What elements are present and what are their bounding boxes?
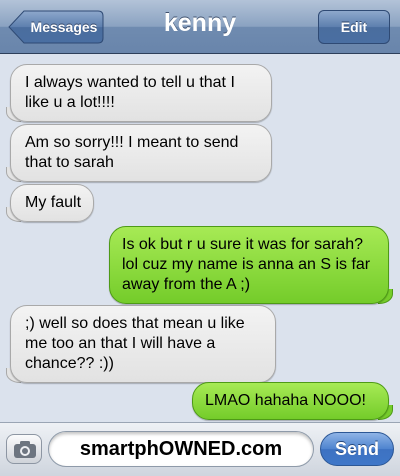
message-bubble-sent: LMAO hahaha NOOO! bbox=[192, 382, 393, 420]
message-bubble-received: I always wanted to tell u that I like u … bbox=[6, 64, 272, 122]
camera-button[interactable] bbox=[6, 434, 42, 464]
camera-icon bbox=[14, 441, 36, 458]
message-bubble-sent: Is ok but r u sure it was for sarah? lol… bbox=[109, 226, 393, 304]
message-text: My fault bbox=[25, 194, 82, 211]
message-thread[interactable]: I always wanted to tell u that I like u … bbox=[0, 54, 400, 422]
message-bubble-received: My fault bbox=[6, 184, 94, 222]
message-text: LMAO hahaha NOOO! bbox=[205, 392, 366, 409]
edit-button[interactable]: Edit bbox=[318, 10, 390, 44]
send-button[interactable]: Send bbox=[320, 432, 394, 466]
navigation-bar: Messages kenny Edit bbox=[0, 0, 400, 54]
message-input[interactable]: smartphOWNED.com bbox=[48, 431, 314, 467]
back-button-label: Messages bbox=[30, 19, 98, 35]
message-text: ;) well so does that mean u like me too … bbox=[25, 315, 245, 372]
message-text: I always wanted to tell u that I like u … bbox=[25, 74, 235, 111]
message-bubble-received: Am so sorry!!! I meant to send that to s… bbox=[6, 124, 272, 182]
conversation-title: kenny bbox=[163, 9, 237, 37]
back-button-messages[interactable]: Messages bbox=[8, 10, 104, 44]
message-text: Is ok but r u sure it was for sarah? lol… bbox=[122, 236, 371, 293]
message-bubble-received: ;) well so does that mean u like me too … bbox=[6, 305, 276, 383]
message-text: Am so sorry!!! I meant to send that to s… bbox=[25, 134, 239, 171]
compose-bar: smartphOWNED.com Send bbox=[0, 422, 400, 476]
